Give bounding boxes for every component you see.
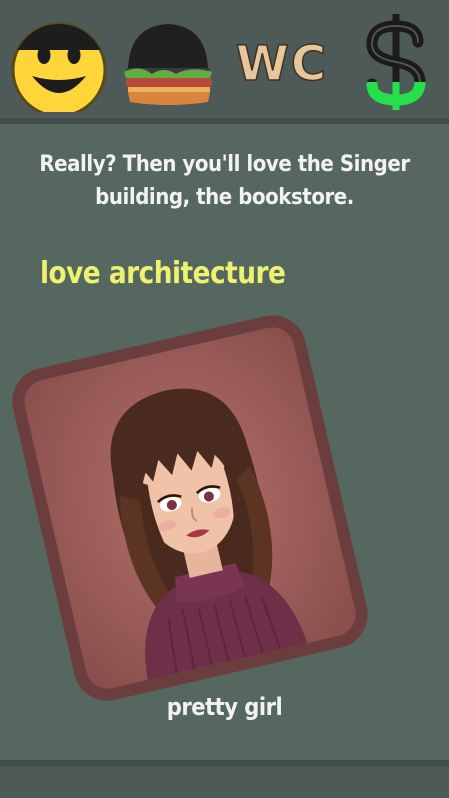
character-card[interactable] — [5, 308, 375, 708]
dollar-icon — [366, 14, 426, 110]
stats-bar: WC — [0, 0, 449, 124]
toilet-stat: WC — [232, 12, 332, 112]
bottom-bar — [0, 760, 449, 798]
money-stat — [360, 12, 432, 112]
dialog-message: Really? Then you'll love the Singer buil… — [39, 152, 410, 210]
pretty-girl-portrait — [110, 388, 308, 680]
toilet-wc-icon: WC — [235, 35, 328, 93]
burger-icon — [124, 24, 212, 105]
smiley-face-icon — [11, 22, 107, 112]
food-stat — [120, 12, 216, 112]
mood-stat — [10, 12, 108, 112]
choice-option[interactable]: love architecture — [40, 256, 286, 292]
card-frame — [5, 308, 375, 708]
toilet-label: WC — [236, 36, 328, 92]
card-label: pretty girl — [166, 693, 283, 721]
